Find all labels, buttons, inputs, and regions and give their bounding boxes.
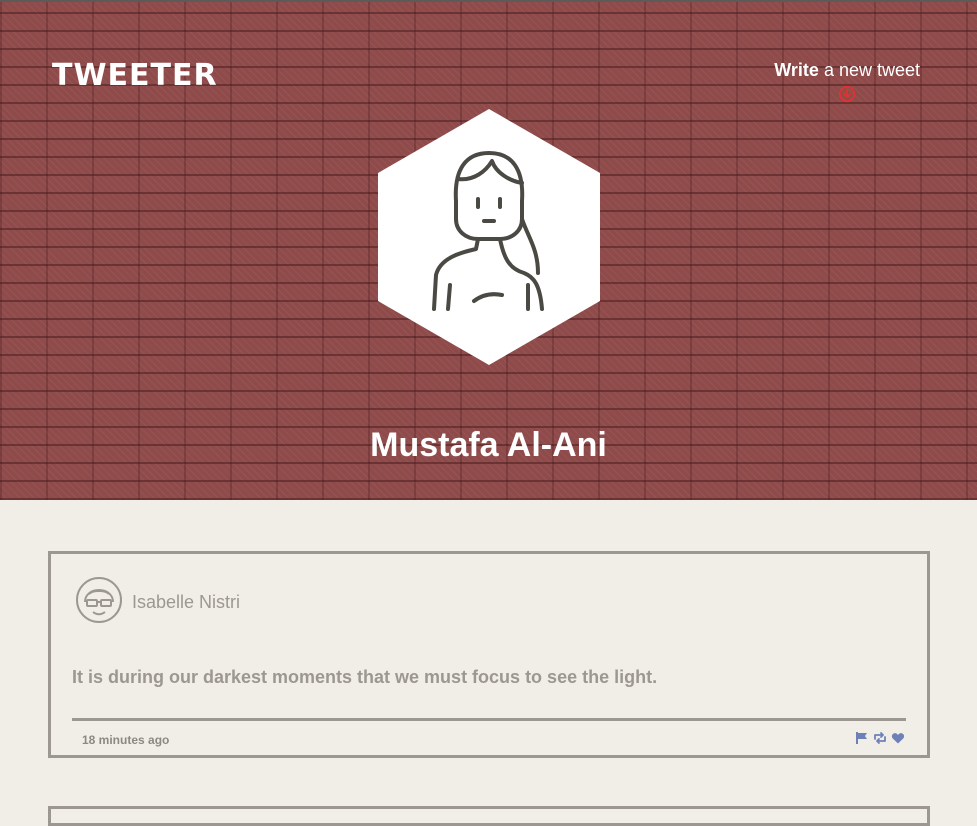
profile-header: TWEETER Write a new tweet Mustafa Al-Ani [0,0,977,500]
tweet-author[interactable]: Isabelle Nistri [132,592,240,613]
profile-avatar [378,109,600,365]
arrow-down-circle-icon[interactable] [838,85,856,103]
heart-icon[interactable] [891,731,905,745]
compose-label-rest: a new tweet [818,60,920,80]
app-logo[interactable]: TWEETER [52,58,218,93]
profile-name: Mustafa Al-Ani [370,426,607,464]
tweet-actions [855,731,905,745]
person-with-glasses-avatar-icon [76,577,122,623]
tweet-card [48,806,930,826]
compose-label-strong: Write [774,60,819,80]
flag-icon[interactable] [855,731,869,745]
tweet-text: It is during our darkest moments that we… [72,667,658,687]
tweet-divider [72,718,906,721]
tweet-card: Isabelle Nistri It is during our darkest… [48,551,930,758]
tweet-timestamp: 18 minutes ago [82,733,170,747]
compose-tweet-button[interactable]: Write a new tweet [774,60,920,103]
retweet-icon[interactable] [873,731,887,745]
